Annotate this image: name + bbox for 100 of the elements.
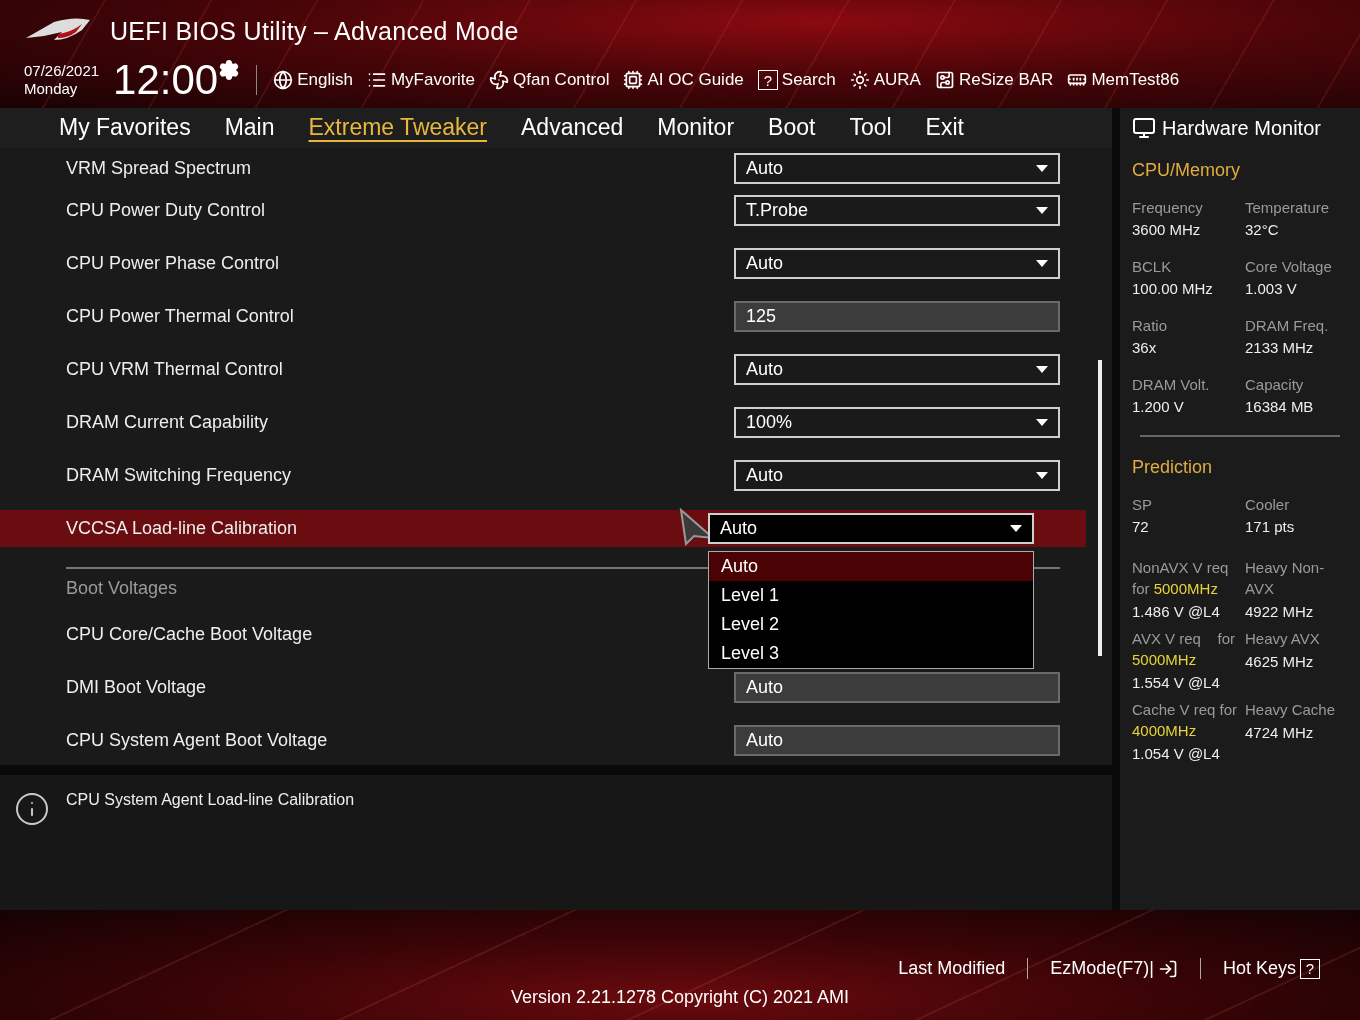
circuit-board-icon — [934, 70, 955, 90]
info-icon — [14, 791, 50, 827]
monitor-label: DRAM Freq. — [1245, 317, 1330, 334]
dropdown[interactable]: T.Probe — [734, 195, 1060, 226]
caret-icon — [1036, 472, 1048, 479]
section-heading: Boot Voltages — [66, 578, 178, 599]
tab[interactable]: Boot — [751, 113, 833, 143]
monitor-label: Capacity — [1245, 376, 1305, 393]
footer-button[interactable]: Hot Keys ? — [1199, 958, 1342, 979]
day-text: Monday — [24, 80, 79, 98]
setting-label: CPU VRM Thermal Control — [66, 359, 283, 380]
tab[interactable]: Monitor — [640, 113, 752, 143]
date-text: 07/26/2021 — [24, 62, 100, 80]
toolbar-button[interactable]: MyFavorite — [366, 70, 476, 90]
tab[interactable]: Extreme Tweaker — [291, 113, 505, 143]
caret-icon — [1036, 164, 1048, 172]
tab[interactable]: Exit — [908, 113, 981, 143]
setting-label: DRAM Switching Frequency — [66, 465, 292, 486]
list-icon — [366, 70, 387, 90]
caret-icon — [1036, 260, 1048, 267]
monitor-label: Cache V req for 4000MHz — [1132, 700, 1239, 741]
monitor-label: Core Voltage — [1245, 258, 1333, 275]
dropdown[interactable]: Auto — [734, 354, 1060, 385]
tab[interactable]: Tool — [832, 113, 909, 143]
monitor-value: 3600 MHz — [1132, 221, 1202, 238]
dropdown[interactable]: Auto — [734, 248, 1060, 279]
setting-label: VRM Spread Spectrum — [66, 157, 252, 179]
monitor-label: AVX V req for 5000MHz — [1132, 629, 1237, 670]
settings-icon[interactable] — [218, 59, 241, 81]
toolbar-button[interactable]: AI OC Guide — [623, 70, 744, 90]
monitor-value: 1.003 V — [1245, 280, 1298, 297]
monitor-value: 4922 MHz — [1245, 602, 1315, 622]
menu-option[interactable]: Level 1 — [709, 581, 1033, 610]
monitor-label: Heavy Non-AVX — [1245, 558, 1326, 599]
dropdown[interactable]: Auto — [734, 152, 1060, 184]
toolbar-button[interactable]: English — [273, 70, 353, 90]
caret-icon — [1036, 207, 1048, 214]
menu-option[interactable]: Auto — [709, 552, 1033, 581]
setting-label: CPU Core/Cache Boot Voltage — [66, 624, 313, 645]
dropdown[interactable]: Auto — [708, 513, 1034, 544]
tab[interactable]: My Favorites — [42, 113, 208, 143]
chip-icon — [623, 70, 644, 90]
scrollbar[interactable] — [1098, 360, 1102, 656]
setting-label: DRAM Current Capability — [66, 412, 269, 433]
globe-icon — [273, 70, 294, 90]
toolbar-button[interactable]: AURA — [849, 70, 921, 90]
monitor-value: 16384 MB — [1245, 398, 1315, 415]
setting-label: VCCSA Load-line Calibration — [66, 518, 298, 539]
setting-label: CPU Power Duty Control — [66, 200, 266, 221]
caret-icon — [1036, 419, 1048, 426]
monitor-value: 4724 MHz — [1245, 723, 1315, 743]
monitor-label: Heavy Cache — [1245, 700, 1337, 720]
sun-icon — [849, 70, 870, 90]
toolbar-button[interactable]: ReSize BAR — [934, 70, 1054, 90]
help-text: CPU System Agent Load-line Calibration — [66, 791, 355, 810]
monitor-value: 72 — [1132, 518, 1150, 535]
value-field[interactable]: 125 — [734, 301, 1060, 332]
monitor-value: 1.054 V @L4 — [1132, 744, 1221, 764]
footer-button[interactable]: EzMode(F7)| — [1027, 958, 1200, 979]
toolbar-button[interactable]: ? Search — [757, 70, 836, 90]
setting-label: CPU Power Thermal Control — [66, 306, 294, 327]
monitor-label: NonAVX V req for 5000MHz — [1132, 558, 1230, 599]
fan-icon — [489, 70, 510, 90]
monitor-label: Ratio — [1132, 317, 1169, 334]
monitor-label: BCLK — [1132, 258, 1173, 275]
monitor-value: 36x — [1132, 339, 1158, 356]
menu-option[interactable]: Level 2 — [709, 610, 1033, 639]
tab[interactable]: Advanced — [504, 113, 641, 143]
monitor-value: 1.486 V @L4 — [1132, 602, 1221, 622]
toolbar-button[interactable]: Qfan Control — [489, 70, 610, 90]
exit-arrow-icon — [1157, 958, 1178, 979]
footer-button[interactable]: Last Modified — [876, 958, 1028, 979]
dropdown[interactable]: 100% — [734, 407, 1060, 438]
toolbar-button[interactable]: MemTest86 — [1067, 70, 1180, 90]
dropdown[interactable]: Auto — [734, 460, 1060, 491]
monitor-label: SP — [1132, 496, 1153, 513]
window-title: UEFI BIOS Utility – Advanced Mode — [110, 16, 519, 46]
monitor-value: 2133 MHz — [1245, 339, 1315, 356]
monitor-value: 171 pts — [1245, 518, 1296, 535]
monitor-label: Cooler — [1245, 496, 1291, 513]
setting-label: DMI Boot Voltage — [66, 677, 207, 698]
caret-icon — [1036, 366, 1048, 373]
monitor-label: Temperature — [1245, 199, 1331, 216]
clock-time: 12:00 — [113, 59, 219, 101]
monitor-label: DRAM Volt. — [1132, 376, 1211, 393]
monitor-value: 32°C — [1245, 221, 1280, 238]
monitor-value: 1.200 V — [1132, 398, 1185, 415]
monitor-value: 1.554 V @L4 — [1132, 673, 1221, 693]
caret-icon — [1010, 525, 1022, 532]
monitor-value: 4625 MHz — [1245, 652, 1315, 672]
setting-label: CPU Power Phase Control — [66, 253, 280, 274]
section-heading: CPU/Memory — [1132, 160, 1241, 181]
menu-option[interactable]: Level 3 — [709, 639, 1033, 668]
monitor-label: Heavy AVX — [1245, 629, 1321, 649]
monitor-icon — [1132, 116, 1156, 140]
value-field[interactable]: Auto — [734, 725, 1060, 756]
value-field[interactable]: Auto — [734, 672, 1060, 703]
monitor-value: 100.00 MHz — [1132, 280, 1214, 297]
monitor-label: Frequency — [1132, 199, 1204, 216]
tab[interactable]: Main — [207, 113, 292, 143]
